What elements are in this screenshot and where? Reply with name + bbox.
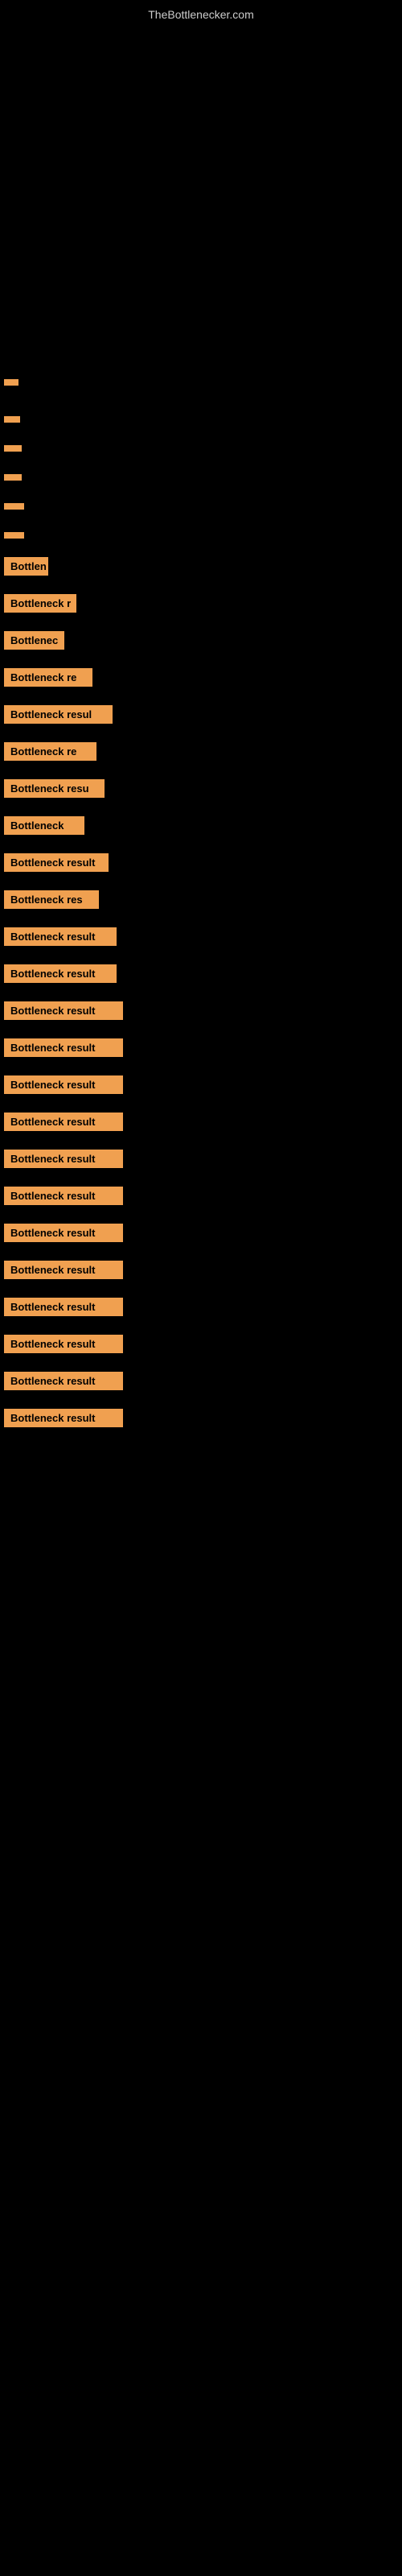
bottleneck-label: Bottleneck result [4,1187,123,1205]
bottleneck-label: Bottleneck result [4,1075,123,1094]
bottleneck-item: Bottleneck res [4,890,402,909]
bottleneck-label [4,503,24,510]
bottleneck-item: Bottleneck result [4,1187,402,1205]
bottleneck-item: Bottleneck result [4,1038,402,1057]
bottleneck-label: Bottleneck r [4,594,76,613]
bottleneck-item: Bottleneck resu [4,779,402,798]
content-area: Bottlen Bottleneck r Bottlenec Bottleneck r… [0,347,402,1442]
bottleneck-item: Bottleneck result [4,1224,402,1242]
bottleneck-label: Bottleneck result [4,1261,123,1279]
bottleneck-label: Bottleneck result [4,1038,123,1057]
bottleneck-item: Bottlenec [4,631,402,650]
bottleneck-label: Bottleneck [4,816,84,835]
bottleneck-item: Bottleneck result [4,1075,402,1094]
bottleneck-item: Bottleneck result [4,927,402,946]
site-title: TheBottlenecker.com [0,0,402,25]
bottleneck-item: Bottleneck re [4,668,402,687]
bottleneck-label: Bottleneck result [4,1409,123,1427]
bottleneck-item: Bottleneck result [4,1150,402,1168]
bottleneck-label: Bottleneck result [4,1335,123,1353]
bottleneck-label: Bottleneck re [4,668,92,687]
bottleneck-item [4,474,402,481]
bottleneck-item: Bottleneck result [4,1335,402,1353]
bottleneck-label: Bottlenec [4,631,64,650]
bottleneck-label: Bottleneck re [4,742,96,761]
bottleneck-label [4,445,22,452]
bottleneck-item: Bottleneck [4,816,402,835]
bottleneck-item: Bottleneck result [4,1298,402,1316]
bottleneck-label: Bottlen [4,557,48,576]
bottleneck-label: Bottleneck result [4,1150,123,1168]
bottleneck-item [4,532,402,539]
bottleneck-label [4,474,22,481]
bottleneck-item: Bottleneck result [4,1372,402,1390]
bottleneck-label: Bottleneck resu [4,779,105,798]
bottleneck-label [4,416,20,423]
bottleneck-item: Bottleneck result [4,964,402,983]
bottleneck-label: Bottleneck result [4,1113,123,1131]
bottleneck-item: Bottleneck re [4,742,402,761]
bottleneck-label [4,532,24,539]
bottleneck-item [4,416,402,423]
bottleneck-label: Bottleneck result [4,964,117,983]
bottleneck-label [4,379,18,386]
bottleneck-item [4,503,402,510]
bottleneck-item [4,379,402,386]
bottleneck-label: Bottleneck result [4,1298,123,1316]
bottleneck-item: Bottleneck result [4,853,402,872]
bottleneck-item: Bottleneck result [4,1261,402,1279]
bottleneck-label: Bottleneck result [4,1224,123,1242]
bottleneck-item [4,445,402,452]
bottleneck-item: Bottleneck result [4,1113,402,1131]
bottleneck-label: Bottleneck result [4,853,109,872]
bottleneck-label: Bottleneck resul [4,705,113,724]
bottleneck-label: Bottleneck result [4,1372,123,1390]
bottleneck-item: Bottleneck resul [4,705,402,724]
bottleneck-item: Bottleneck result [4,1001,402,1020]
bottleneck-label: Bottleneck result [4,1001,123,1020]
bottleneck-item: Bottleneck r [4,594,402,613]
bottleneck-label: Bottleneck result [4,927,117,946]
bottleneck-label: Bottleneck res [4,890,99,909]
bottleneck-item: Bottlen [4,557,402,576]
bottleneck-item: Bottleneck result [4,1409,402,1427]
